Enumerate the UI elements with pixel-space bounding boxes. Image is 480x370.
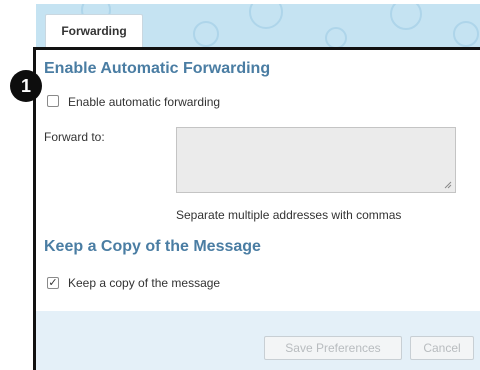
tab-forwarding-label: Forwarding bbox=[61, 24, 127, 38]
step-badge: 1 bbox=[10, 70, 42, 102]
enable-forwarding-label: Enable automatic forwarding bbox=[68, 95, 221, 109]
separate-addresses-hint: Separate multiple addresses with commas bbox=[176, 208, 402, 222]
forward-to-label: Forward to: bbox=[44, 130, 105, 144]
cancel-button[interactable]: Cancel bbox=[410, 336, 474, 360]
enable-forwarding-checkbox[interactable] bbox=[47, 95, 59, 107]
tab-forwarding[interactable]: Forwarding bbox=[45, 14, 143, 47]
forward-to-textarea[interactable] bbox=[176, 127, 456, 193]
check-icon: ✓ bbox=[48, 277, 58, 289]
resize-grip-icon[interactable] bbox=[444, 181, 452, 189]
keep-copy-label: Keep a copy of the message bbox=[68, 276, 221, 290]
enable-forwarding-heading: Enable Automatic Forwarding bbox=[44, 60, 271, 77]
keep-copy-heading: Keep a Copy of the Message bbox=[44, 238, 261, 255]
keep-copy-checkbox[interactable]: ✓ bbox=[47, 277, 59, 289]
step-badge-number: 1 bbox=[20, 75, 31, 96]
save-preferences-button[interactable]: Save Preferences bbox=[264, 336, 402, 360]
